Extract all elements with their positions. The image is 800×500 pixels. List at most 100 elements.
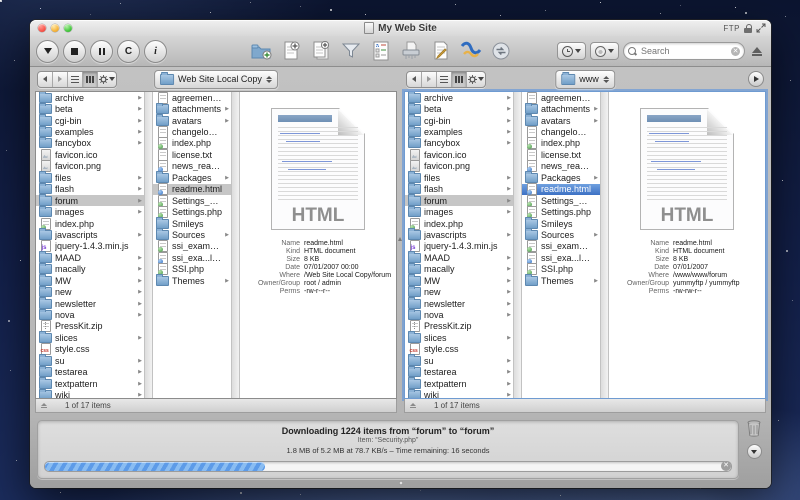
action-gear-button[interactable] — [467, 72, 485, 87]
file-row[interactable]: Settings.php ▶ — [522, 206, 600, 217]
search-field[interactable]: ✕ — [623, 42, 745, 60]
stop-button[interactable] — [63, 40, 86, 63]
file-row[interactable]: jquery-1.4.3.min.js ▶ — [36, 241, 144, 252]
file-row[interactable]: images ▶ — [405, 206, 513, 217]
file-row[interactable]: attachments ▶ — [522, 103, 600, 114]
file-row[interactable]: cgi-bin ▶ — [405, 115, 513, 126]
file-row[interactable]: newsletter ▶ — [36, 298, 144, 309]
file-row[interactable]: news_readme.html ▶ — [153, 161, 231, 172]
file-row[interactable]: files ▶ — [36, 172, 144, 183]
file-row[interactable]: macally ▶ — [36, 264, 144, 275]
file-row[interactable]: MW ▶ — [405, 275, 513, 286]
file-row[interactable]: SSI.php ▶ — [153, 264, 231, 275]
file-row[interactable]: beta ▶ — [36, 103, 144, 114]
file-row[interactable]: attachments ▶ — [153, 103, 231, 114]
forward-button[interactable] — [422, 72, 437, 87]
actions-menu-button[interactable] — [590, 42, 619, 60]
file-row[interactable]: su ▶ — [405, 355, 513, 366]
scrollbar[interactable] — [144, 92, 153, 398]
file-row[interactable]: index.php ▶ — [153, 138, 231, 149]
scrollbar[interactable] — [600, 92, 609, 398]
new-folder-button[interactable] — [249, 39, 273, 63]
cancel-transfer-button[interactable]: ✕ — [721, 461, 731, 471]
file-row[interactable]: testarea ▶ — [36, 367, 144, 378]
file-row[interactable]: avatars ▶ — [522, 115, 600, 126]
file-row[interactable]: Themes ▶ — [522, 275, 600, 286]
file-row[interactable]: textpattern ▶ — [36, 378, 144, 389]
file-row[interactable]: changelog.txt ▶ — [153, 126, 231, 137]
file-row[interactable]: readme.html ▶ — [153, 184, 231, 195]
file-row[interactable]: new ▶ — [36, 286, 144, 297]
web-archive-button[interactable] — [459, 39, 483, 63]
file-row[interactable]: files ▶ — [405, 172, 513, 183]
file-row[interactable]: beta ▶ — [405, 103, 513, 114]
back-button[interactable] — [38, 72, 53, 87]
file-row[interactable]: style.css ▶ — [405, 344, 513, 355]
scrollbar[interactable] — [513, 92, 522, 398]
file-row[interactable]: flash ▶ — [405, 184, 513, 195]
file-row[interactable]: Themes ▶ — [153, 275, 231, 286]
file-row[interactable]: su ▶ — [36, 355, 144, 366]
file-row[interactable]: Settings.php ▶ — [153, 206, 231, 217]
file-row[interactable]: favicon.ico ▶ — [405, 149, 513, 160]
file-row[interactable]: index.php ▶ — [36, 218, 144, 229]
file-row[interactable]: favicon.png ▶ — [36, 161, 144, 172]
file-row[interactable]: slices ▶ — [405, 332, 513, 343]
file-row[interactable]: testarea ▶ — [405, 367, 513, 378]
pane-splitter[interactable] — [397, 67, 404, 413]
file-row[interactable]: Sources ▶ — [153, 229, 231, 240]
file-row[interactable]: nova ▶ — [36, 309, 144, 320]
file-row[interactable]: avatars ▶ — [153, 115, 231, 126]
search-input[interactable] — [639, 45, 728, 57]
file-row[interactable]: fancybox ▶ — [36, 138, 144, 149]
duplicate-document-button[interactable] — [309, 39, 333, 63]
file-row[interactable]: forum ▶ — [405, 195, 513, 206]
file-row[interactable]: news_readme.html ▶ — [522, 161, 600, 172]
file-row[interactable]: cgi-bin ▶ — [36, 115, 144, 126]
edit-document-button[interactable] — [429, 39, 453, 63]
column-view-button[interactable] — [452, 72, 467, 87]
file-row[interactable]: Sources ▶ — [522, 229, 600, 240]
file-row[interactable]: readme.html ▶ — [522, 184, 600, 195]
file-row[interactable]: index.php ▶ — [522, 138, 600, 149]
file-row[interactable]: favicon.ico ▶ — [36, 149, 144, 160]
file-row[interactable]: favicon.png ▶ — [405, 161, 513, 172]
go-button[interactable] — [748, 71, 764, 87]
window-resize-grip[interactable] — [399, 481, 403, 485]
file-row[interactable]: MAAD ▶ — [36, 252, 144, 263]
forward-button[interactable] — [53, 72, 68, 87]
history-menu-button[interactable] — [557, 42, 586, 60]
minimize-button[interactable] — [51, 24, 59, 32]
fullscreen-icon[interactable] — [756, 23, 766, 33]
clear-search-icon[interactable]: ✕ — [731, 47, 740, 56]
file-row[interactable]: Packages ▶ — [522, 172, 600, 183]
file-row[interactable]: flash ▶ — [36, 184, 144, 195]
new-document-button[interactable] — [279, 39, 303, 63]
file-row[interactable]: new ▶ — [405, 286, 513, 297]
file-row[interactable]: ssi_examples.php ▶ — [153, 241, 231, 252]
file-row[interactable]: slices ▶ — [36, 332, 144, 343]
zoom-button[interactable] — [64, 24, 72, 32]
pause-button[interactable] — [90, 40, 113, 63]
file-row[interactable]: Smileys ▶ — [522, 218, 600, 229]
file-row[interactable]: examples ▶ — [36, 126, 144, 137]
file-row[interactable]: javascripts ▶ — [405, 229, 513, 240]
file-row[interactable]: archive ▶ — [36, 92, 144, 103]
file-row[interactable]: wiki ▶ — [36, 389, 144, 398]
list-view-button[interactable] — [437, 72, 452, 87]
back-button[interactable] — [407, 72, 422, 87]
trash-icon[interactable] — [746, 419, 762, 437]
file-row[interactable]: fancybox ▶ — [405, 138, 513, 149]
eject-icon[interactable] — [410, 403, 416, 409]
list-view-button[interactable] — [68, 72, 83, 87]
file-row[interactable]: textpattern ▶ — [405, 378, 513, 389]
file-row[interactable]: wiki ▶ — [405, 389, 513, 398]
eject-button[interactable] — [749, 42, 765, 60]
file-row[interactable]: jquery-1.4.3.min.js ▶ — [405, 241, 513, 252]
file-row[interactable]: Packages ▶ — [153, 172, 231, 183]
file-row[interactable]: forum ▶ — [36, 195, 144, 206]
file-row[interactable]: PressKit.zip ▶ — [36, 321, 144, 332]
file-row[interactable]: SSI.php ▶ — [522, 264, 600, 275]
local-source-menu[interactable]: Web Site Local Copy — [154, 70, 278, 89]
download-button[interactable] — [36, 40, 59, 63]
